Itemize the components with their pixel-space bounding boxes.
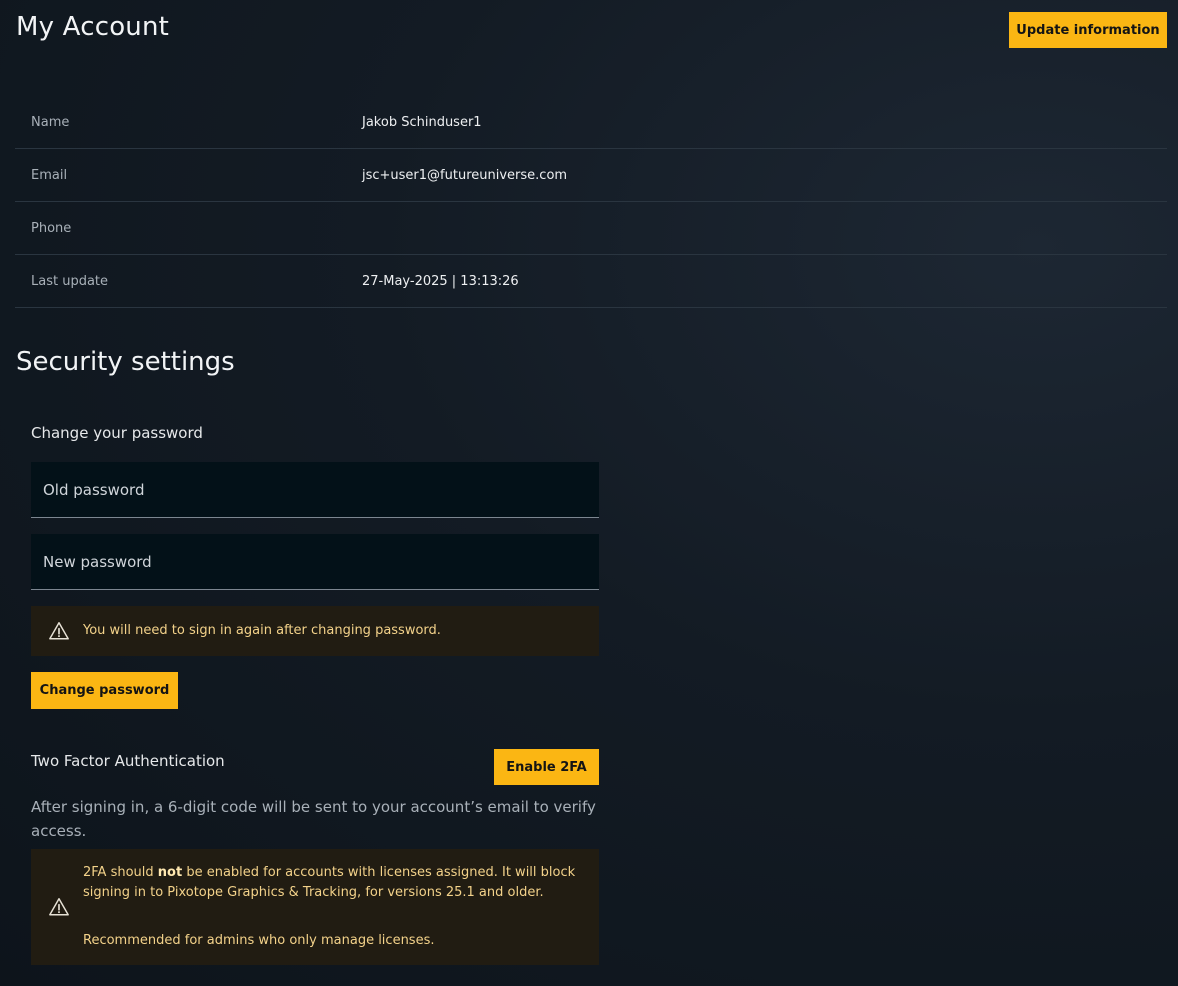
name-label: Name <box>31 114 70 130</box>
email-value: jsc+user1@futureuniverse.com <box>362 167 568 183</box>
new-password-input[interactable] <box>31 534 599 590</box>
two-factor-warning-content: 2FA should not be enabled for accounts w… <box>83 863 599 951</box>
change-password-heading: Change your password <box>31 424 203 442</box>
phone-label: Phone <box>31 220 72 236</box>
info-row-name: Name Jakob Schinduser1 <box>15 96 1167 149</box>
change-password-button[interactable]: Change password <box>31 672 178 709</box>
last-update-label: Last update <box>31 273 109 289</box>
warning-bold-text: not <box>157 865 183 880</box>
two-factor-warning-text: 2FA should not be enabled for accounts w… <box>83 863 581 903</box>
warning-pre-text: 2FA should <box>83 865 158 880</box>
two-factor-warning-box: 2FA should not be enabled for accounts w… <box>31 849 599 965</box>
info-row-last-update: Last update 27-May-2025 | 13:13:26 <box>15 255 1167 308</box>
enable-2fa-button[interactable]: Enable 2FA <box>494 749 599 785</box>
password-warning-text: You will need to sign in again after cha… <box>83 623 441 638</box>
name-value: Jakob Schinduser1 <box>362 114 482 130</box>
page-title: My Account <box>16 12 170 42</box>
email-label: Email <box>31 167 68 183</box>
warning-triangle-icon <box>49 622 69 640</box>
info-row-phone: Phone <box>15 202 1167 255</box>
two-factor-description: After signing in, a 6-digit code will be… <box>31 798 596 840</box>
account-info-table: Name Jakob Schinduser1 Email jsc+user1@f… <box>15 96 1167 308</box>
password-warning-box: You will need to sign in again after cha… <box>31 606 599 656</box>
info-row-email: Email jsc+user1@futureuniverse.com <box>15 149 1167 202</box>
two-factor-heading: Two Factor Authentication <box>31 752 225 770</box>
update-information-button[interactable]: Update information <box>1009 12 1167 48</box>
old-password-input[interactable] <box>31 462 599 518</box>
security-settings-title: Security settings <box>16 347 235 377</box>
warning-triangle-icon <box>49 898 69 916</box>
two-factor-warning-note: Recommended for admins who only manage l… <box>83 933 435 948</box>
last-update-value: 27-May-2025 | 13:13:26 <box>362 273 519 289</box>
